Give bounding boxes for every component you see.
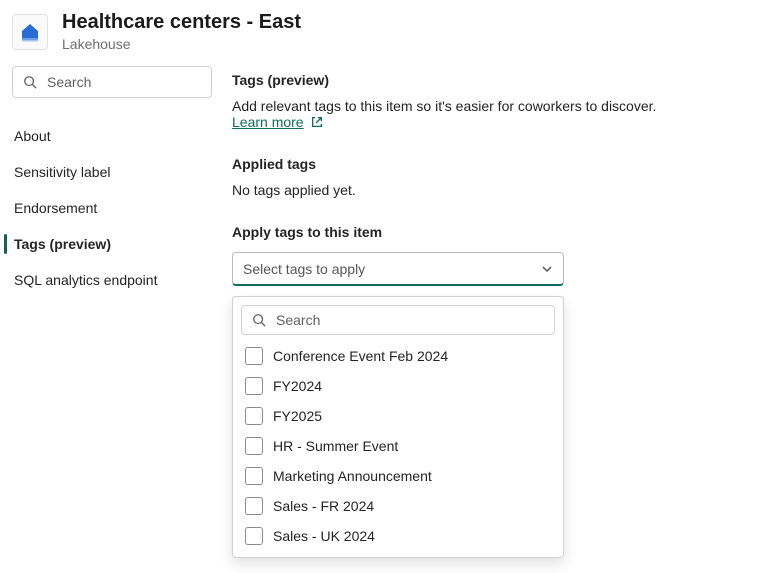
sidebar-item-endorsement[interactable]: Endorsement: [12, 190, 212, 226]
tag-option-label: Sales - UK 2024: [273, 528, 375, 544]
checkbox-icon[interactable]: [245, 467, 263, 485]
checkbox-icon[interactable]: [245, 437, 263, 455]
sidebar-item-sensitivity-label[interactable]: Sensitivity label: [12, 154, 212, 190]
sidebar-item-tags-preview[interactable]: Tags (preview): [12, 226, 212, 262]
learn-more-link[interactable]: Learn more: [232, 114, 324, 130]
tag-option[interactable]: Sales - UK 2024: [241, 521, 555, 551]
tag-option[interactable]: Conference Event Feb 2024: [241, 341, 555, 371]
checkbox-icon[interactable]: [245, 527, 263, 545]
applied-tags-empty: No tags applied yet.: [232, 182, 749, 198]
tags-combobox-placeholder: Select tags to apply: [243, 261, 365, 277]
tag-option-label: FY2024: [273, 378, 322, 394]
chevron-down-icon: [541, 263, 553, 275]
main-content: Tags (preview) Add relevant tags to this…: [232, 66, 749, 558]
tags-dropdown-search[interactable]: [241, 305, 555, 335]
page-title: Healthcare centers - East: [62, 10, 301, 34]
sidebar-search[interactable]: [12, 66, 212, 98]
tags-dropdown: Conference Event Feb 2024 FY2024 FY2025 …: [232, 296, 564, 558]
search-icon: [23, 75, 37, 89]
header-text: Healthcare centers - East Lakehouse: [62, 10, 301, 52]
header: Healthcare centers - East Lakehouse: [0, 0, 761, 66]
tags-combobox[interactable]: Select tags to apply: [232, 252, 564, 286]
tag-option-label: FY2025: [273, 408, 322, 424]
checkbox-icon[interactable]: [245, 407, 263, 425]
lakehouse-icon: [12, 14, 48, 50]
page-subtitle: Lakehouse: [62, 36, 301, 52]
tags-heading: Tags (preview): [232, 72, 749, 88]
tag-option[interactable]: Sales - FR 2024: [241, 491, 555, 521]
sidebar: About Sensitivity label Endorsement Tags…: [12, 66, 212, 298]
tag-option-label: Conference Event Feb 2024: [273, 348, 448, 364]
search-icon: [252, 313, 266, 327]
tag-option[interactable]: FY2024: [241, 371, 555, 401]
tag-option-label: HR - Summer Event: [273, 438, 398, 454]
tags-description: Add relevant tags to this item so it's e…: [232, 98, 656, 114]
sidebar-item-about[interactable]: About: [12, 118, 212, 154]
tags-dropdown-search-input[interactable]: [274, 311, 544, 329]
tags-description-row: Add relevant tags to this item so it's e…: [232, 98, 749, 130]
apply-tags-heading: Apply tags to this item: [232, 224, 749, 240]
sidebar-item-sql-analytics-endpoint[interactable]: SQL analytics endpoint: [12, 262, 212, 298]
tag-option[interactable]: HR - Summer Event: [241, 431, 555, 461]
checkbox-icon[interactable]: [245, 497, 263, 515]
external-link-icon: [310, 115, 324, 129]
tag-option[interactable]: FY2025: [241, 401, 555, 431]
tag-option[interactable]: Marketing Announcement: [241, 461, 555, 491]
checkbox-icon[interactable]: [245, 377, 263, 395]
checkbox-icon[interactable]: [245, 347, 263, 365]
tag-option-label: Sales - FR 2024: [273, 498, 374, 514]
tag-option-label: Marketing Announcement: [273, 468, 432, 484]
learn-more-label: Learn more: [232, 114, 304, 130]
applied-tags-heading: Applied tags: [232, 156, 749, 172]
sidebar-search-input[interactable]: [45, 73, 201, 91]
